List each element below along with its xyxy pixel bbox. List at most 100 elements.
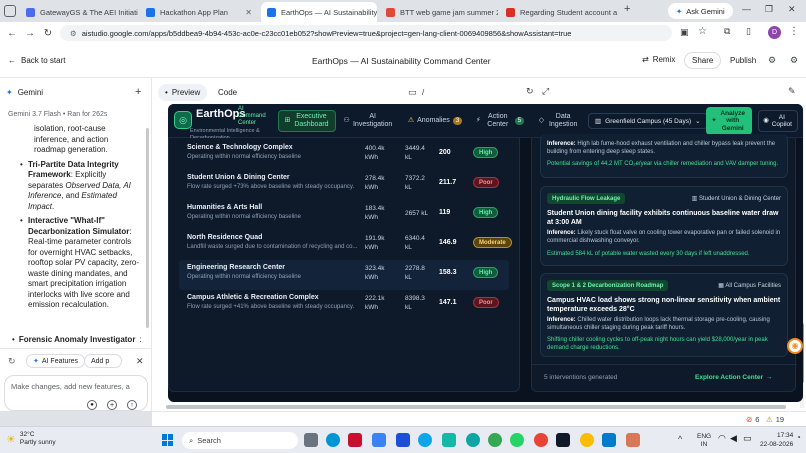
- tab-search-icon[interactable]: [4, 5, 16, 17]
- refresh-preview-icon[interactable]: ↻: [526, 86, 534, 97]
- photos-icon[interactable]: [372, 433, 386, 447]
- tab-code[interactable]: Code: [218, 88, 237, 97]
- add-chip[interactable]: Add p: [84, 354, 122, 368]
- chrome-icon[interactable]: [488, 433, 502, 447]
- windows-start-icon[interactable]: [162, 434, 174, 446]
- back-arrow-icon[interactable]: ←: [3, 28, 21, 39]
- chat-scrollbar[interactable]: [146, 128, 149, 328]
- nav-action-center[interactable]: ⚡ Action Center 5: [472, 110, 528, 132]
- edge-icon[interactable]: [466, 433, 480, 447]
- edit-pencil-icon[interactable]: ✎: [788, 86, 796, 97]
- table-row[interactable]: Science & Technology Complex Operating w…: [179, 140, 509, 170]
- status-bar: ⊘ 6 ⚠ 19: [152, 411, 806, 426]
- bookmark-star-icon[interactable]: ☆: [698, 26, 707, 37]
- building-icon: ▥: [691, 196, 699, 202]
- publish-button[interactable]: Publish: [724, 52, 762, 69]
- weather-widget[interactable]: ☀ 32°C Partly sunny: [6, 431, 56, 447]
- add-attachment-icon[interactable]: +: [107, 400, 117, 410]
- explore-action-center-link[interactable]: Explore Action Center →: [695, 374, 773, 381]
- language-indicator[interactable]: ENG IN: [697, 433, 711, 448]
- tray-chevron-icon[interactable]: ^: [678, 434, 682, 444]
- profile-avatar[interactable]: D: [768, 26, 781, 39]
- share-button[interactable]: Share: [684, 52, 722, 69]
- chat-input[interactable]: Make changes, add new features, a: [11, 382, 139, 391]
- back-to-start-button[interactable]: ← Back to start: [8, 56, 65, 65]
- claude-icon[interactable]: [626, 433, 640, 447]
- nav-executive-dashboard[interactable]: ⊞ Executive Dashboard: [278, 110, 336, 132]
- more-settings-icon[interactable]: ⚙: [790, 55, 798, 66]
- notification-icon[interactable]: ◔: [796, 433, 801, 442]
- nav-anomalies[interactable]: ⚠ Anomalies 3: [404, 110, 466, 132]
- settings-gear-icon[interactable]: ⚙: [768, 55, 776, 66]
- table-row[interactable]: North Residence Quad Landfill waste surg…: [179, 230, 512, 260]
- install-app-icon[interactable]: ▣: [680, 27, 689, 38]
- new-tab-button[interactable]: +: [624, 3, 630, 15]
- bolt-icon: ⚡: [475, 117, 481, 124]
- warning-count[interactable]: ⚠ 19: [766, 415, 784, 424]
- app-icon[interactable]: [556, 433, 570, 447]
- clock[interactable]: 17:34 22-08-2026: [760, 432, 793, 449]
- volume-icon[interactable]: ◀: [730, 433, 737, 444]
- preview-path[interactable]: /: [422, 88, 424, 97]
- nav-data-ingestion[interactable]: ◇ Data Ingestion: [534, 110, 584, 132]
- close-window-icon[interactable]: ✕: [788, 4, 796, 15]
- browser-menu-icon[interactable]: ⋮: [789, 26, 799, 37]
- mcafee-icon[interactable]: [348, 433, 362, 447]
- mic-icon[interactable]: ●: [87, 400, 97, 410]
- chrome-active-icon[interactable]: [534, 433, 548, 447]
- ask-gemini-button[interactable]: ✦ Ask Gemini: [668, 3, 733, 19]
- extensions-icon[interactable]: ⧉: [724, 26, 730, 37]
- send-arrow-icon[interactable]: ↑: [127, 400, 137, 410]
- tab-close-icon[interactable]: ✕: [245, 8, 252, 17]
- table-row[interactable]: Humanities & Arts Hall Operating within …: [179, 200, 509, 230]
- nav-ai-investigation[interactable]: ⚇ AI Investigation: [340, 110, 396, 132]
- device-toggle-icon[interactable]: ▭: [408, 87, 417, 98]
- chat-input-box[interactable]: Make changes, add new features, a ● + ↑: [4, 375, 148, 411]
- insight-card[interactable]: Hydraulic Flow Leakage ▥ Student Union &…: [540, 186, 788, 266]
- site-info-icon[interactable]: ⚙: [70, 29, 77, 38]
- floating-assistant-icon[interactable]: ◉: [787, 338, 803, 354]
- sidebar-icon[interactable]: ▯: [746, 26, 751, 37]
- wifi-icon[interactable]: ◠: [718, 433, 726, 444]
- vscode-icon[interactable]: [602, 433, 616, 447]
- browser-tab-active[interactable]: EarthOps — AI Sustainability ✕: [261, 2, 377, 22]
- browser-tab[interactable]: BTT web game jam summer 2 ✕: [380, 2, 498, 22]
- chrome-profile-icon[interactable]: [580, 433, 594, 447]
- new-chat-button[interactable]: +: [135, 86, 141, 98]
- close-chips-icon[interactable]: ✕: [136, 356, 144, 367]
- file-explorer-icon[interactable]: [304, 433, 318, 447]
- insight-card[interactable]: Inference: High lab fume-hood exhaust ve…: [540, 134, 788, 178]
- analyze-with-gemini-button[interactable]: ✦ Analyze with Gemini: [706, 107, 752, 135]
- browser-tab[interactable]: Regarding Student account a ✕: [500, 2, 618, 22]
- status-badge: Poor: [473, 177, 499, 188]
- hp-icon[interactable]: [326, 433, 340, 447]
- history-icon[interactable]: ↻: [8, 356, 16, 367]
- ai-features-chip[interactable]: ✦ AI Features: [26, 354, 86, 368]
- tab-preview[interactable]: • Preview: [158, 84, 208, 101]
- remix-button[interactable]: ⇄ Remix: [642, 55, 675, 64]
- horizontal-scrollbar[interactable]: [166, 405, 786, 409]
- table-row[interactable]: Student Union & Dining Center Flow rate …: [179, 170, 509, 200]
- browser-tab[interactable]: GatewayGS & The AEI Initiati ✕: [20, 2, 138, 22]
- battery-icon[interactable]: ▭: [743, 433, 752, 444]
- copilot-app-icon[interactable]: [442, 433, 456, 447]
- browser-tab[interactable]: Hackathon App Plan ✕: [140, 2, 258, 22]
- table-row-hovered[interactable]: Engineering Research Center Operating wi…: [179, 260, 509, 290]
- store-icon[interactable]: [396, 433, 410, 447]
- fullscreen-icon[interactable]: ⤢: [542, 86, 549, 97]
- forward-arrow-icon[interactable]: →: [21, 28, 39, 39]
- whatsapp-icon[interactable]: [510, 433, 524, 447]
- panel-divider: [532, 364, 797, 365]
- help-icon[interactable]: [418, 433, 432, 447]
- ai-copilot-button[interactable]: ◉ AI Copilot: [758, 110, 798, 132]
- table-row[interactable]: Campus Athletic & Recreation Complex Flo…: [179, 290, 509, 320]
- minimize-icon[interactable]: —: [742, 4, 751, 14]
- reload-icon[interactable]: ↻: [39, 28, 57, 39]
- error-count[interactable]: ⊘ 6: [746, 415, 759, 424]
- chat-scroll[interactable]: isolation, root-cause inference, and act…: [20, 124, 142, 311]
- taskbar-search[interactable]: ⌕ Search: [182, 432, 298, 449]
- campus-selector[interactable]: ▥ Greenfield Campus (45 Days) ⌄: [588, 113, 708, 129]
- insight-card[interactable]: Scope 1 & 2 Decarbonization Roadmap ▦ Al…: [540, 273, 788, 357]
- address-bar[interactable]: ⚙ aistudio.google.com/apps/b5ddbea9-4b94…: [60, 25, 672, 41]
- maximize-icon[interactable]: ❐: [765, 4, 773, 15]
